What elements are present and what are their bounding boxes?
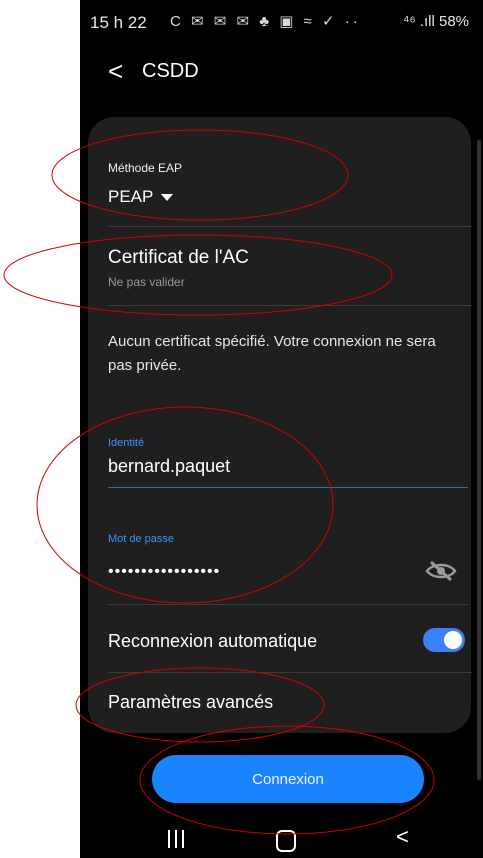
connect-button-label: Connexion [252, 770, 324, 788]
certificate-warning-text: Aucun certificat spécifié. Votre connexi… [108, 333, 436, 374]
eap-method-value: PEAP [108, 187, 154, 206]
auto-reconnect-toggle[interactable] [423, 628, 465, 652]
divider [108, 672, 472, 673]
divider [108, 226, 472, 227]
signal-battery: ⁴⁶ .ıll 58% [403, 13, 469, 30]
app-bar: < CSDD [80, 40, 483, 110]
advanced-settings-item[interactable]: Paramètres avancés [108, 692, 273, 713]
ca-certificate-title[interactable]: Certificat de l'AC [108, 247, 249, 269]
scrollbar[interactable] [477, 140, 481, 780]
phone-screen: 15 h 22 C ✉ ✉ ✉ ♣ ▣ ≈ ✓ ·· ⁴⁶ .ıll 58% <… [80, 0, 483, 858]
auto-reconnect-label: Reconnexion automatique [108, 631, 318, 651]
nav-back-icon[interactable]: < [396, 824, 409, 850]
eap-method-dropdown[interactable]: PEAP [108, 187, 174, 207]
dropdown-caret-icon [161, 194, 174, 202]
recent-apps-icon[interactable] [166, 830, 186, 848]
eap-method-label: Méthode EAP [108, 161, 183, 175]
back-arrow-icon[interactable]: < [108, 58, 123, 84]
toggle-knob [444, 631, 462, 649]
identity-label: Identité [108, 437, 145, 449]
home-icon[interactable] [276, 830, 296, 852]
status-time: 15 h 22 [90, 13, 147, 32]
password-input[interactable]: ••••••••••••••••• [108, 563, 220, 581]
page-title: CSDD [142, 60, 199, 82]
password-underline [108, 604, 468, 605]
navigation-bar: < [80, 812, 483, 858]
password-label: Mot de passe [108, 533, 175, 545]
notification-icons: C ✉ ✉ ✉ ♣ ▣ ≈ ✓ ·· [170, 13, 361, 30]
identity-underline [108, 487, 468, 488]
connect-button[interactable]: Connexion [152, 755, 424, 803]
identity-input[interactable]: bernard.paquet [108, 456, 230, 477]
eye-off-icon[interactable] [424, 560, 458, 582]
ca-certificate-value: Ne pas valider [108, 275, 185, 289]
status-bar: 15 h 22 C ✉ ✉ ✉ ♣ ▣ ≈ ✓ ·· ⁴⁶ .ıll 58% [80, 0, 483, 40]
divider [108, 305, 472, 306]
